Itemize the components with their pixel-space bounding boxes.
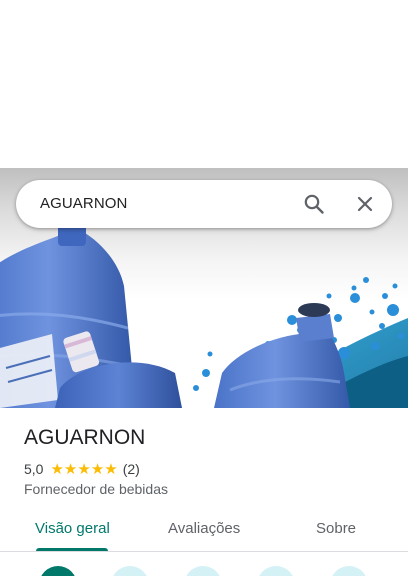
rating-stars: ★ ★ ★ ★ ★ — [50, 459, 118, 478]
star-icon: ★ — [63, 459, 78, 478]
search-bar[interactable]: AGUARNON — [16, 180, 392, 228]
search-icon[interactable] — [302, 192, 326, 216]
star-icon: ★ — [50, 459, 64, 478]
action-button-call[interactable] — [184, 566, 222, 576]
tab-overview[interactable]: Visão geral — [35, 520, 110, 537]
tabs-divider — [0, 551, 408, 552]
action-button-save[interactable] — [257, 566, 295, 576]
action-button-directions[interactable] — [39, 566, 77, 576]
review-count[interactable]: (2) — [123, 461, 140, 477]
action-button-share[interactable] — [330, 566, 368, 576]
star-icon: ★ — [77, 459, 91, 478]
map-area-blank — [0, 0, 408, 168]
tab-about[interactable]: Sobre — [316, 520, 356, 537]
rating-value: 5,0 — [24, 461, 44, 477]
place-title: AGUARNON — [24, 426, 146, 449]
action-button-start[interactable] — [111, 566, 149, 576]
place-category: Fornecedor de bebidas — [24, 481, 168, 497]
close-icon[interactable] — [353, 192, 377, 216]
star-icon: ★ — [104, 459, 118, 478]
search-input[interactable]: AGUARNON — [40, 195, 127, 212]
star-icon: ★ — [90, 459, 105, 478]
tab-reviews[interactable]: Avaliações — [168, 520, 240, 537]
rating-row[interactable]: 5,0 ★ ★ ★ ★ ★ (2) — [24, 460, 140, 478]
